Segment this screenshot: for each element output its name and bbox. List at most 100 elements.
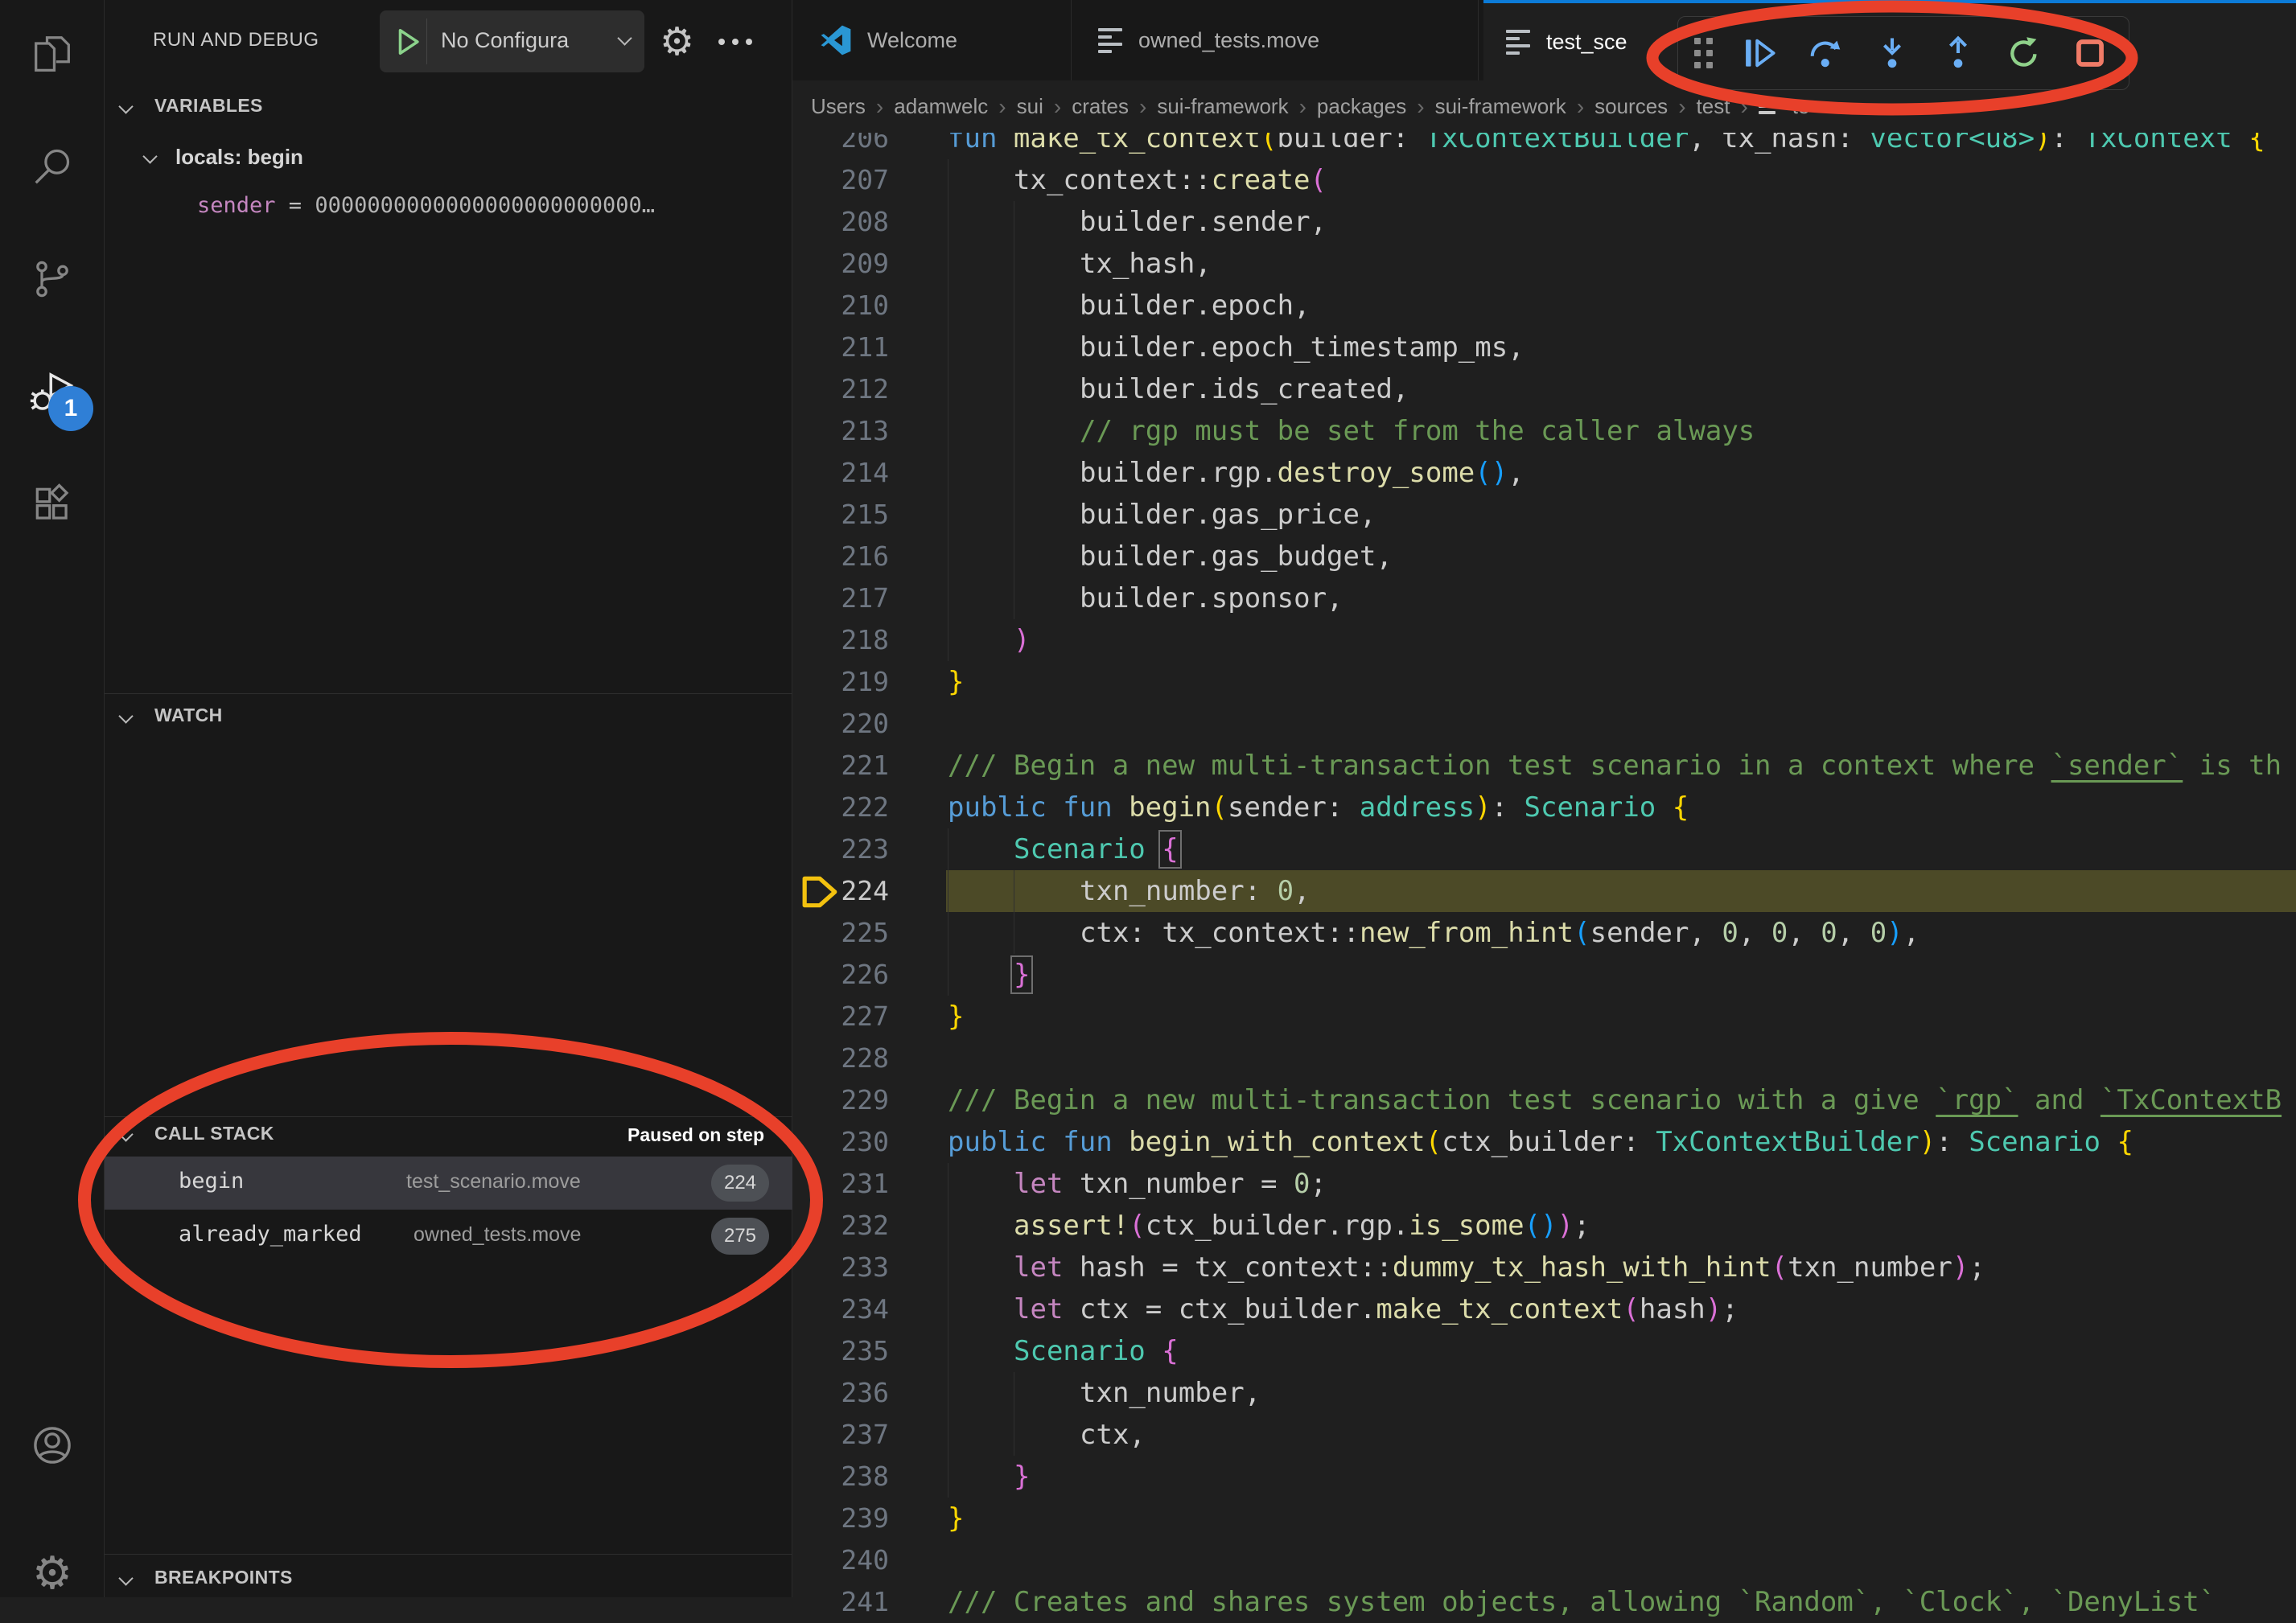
code-line-233[interactable]: let hash = tx_context::dummy_tx_hash_wit… [1014,1247,1985,1288]
line-number-220[interactable]: 220 [817,703,889,745]
line-number-240[interactable]: 240 [817,1539,889,1581]
variables-scope[interactable]: locals: begin [175,145,303,170]
line-number-222[interactable]: 222 [817,787,889,828]
step-over-icon[interactable] [1808,35,1845,72]
line-number-210[interactable]: 210 [817,285,889,327]
code-line-208[interactable]: builder.sender, [1080,201,1327,243]
call-stack-section-title[interactable]: CALL STACK [154,1123,274,1144]
breadcrumb-item-sui-framework[interactable]: sui-framework [1435,94,1566,119]
code-line-234[interactable]: let ctx = ctx_builder.make_tx_context(ha… [1014,1288,1738,1330]
code-line-224[interactable]: txn_number: 0, [1080,870,1311,912]
line-number-218[interactable]: 218 [817,619,889,661]
line-number-211[interactable]: 211 [817,327,889,368]
code-line-209[interactable]: tx_hash, [1080,243,1212,285]
code-line-212[interactable]: builder.ids_created, [1080,368,1409,410]
breadcrumb-item-crates[interactable]: crates [1072,94,1129,119]
code-line-215[interactable]: builder.gas_price, [1080,494,1376,536]
call-stack-collapse-icon[interactable] [118,1127,133,1141]
stack-frame-already-marked[interactable]: already_markedowned_tests.move275 [105,1210,792,1263]
editor-code-area[interactable]: 206fun make_tx_context(builder: TxContex… [793,0,2296,1597]
line-number-212[interactable]: 212 [817,368,889,410]
line-number-214[interactable]: 214 [817,452,889,494]
variables-section-title[interactable]: VARIABLES [154,95,263,117]
line-number-213[interactable]: 213 [817,410,889,452]
line-number-227[interactable]: 227 [817,996,889,1037]
line-number-234[interactable]: 234 [817,1288,889,1330]
source-control-icon[interactable] [16,243,88,315]
stack-frame-begin[interactable]: begintest_scenario.move224 [105,1157,792,1210]
code-line-207[interactable]: tx_context::create( [1014,159,1327,201]
code-line-214[interactable]: builder.rgp.destroy_some(), [1080,452,1524,494]
line-number-241[interactable]: 241 [817,1581,889,1623]
breadcrumb-item-adamwelc[interactable]: adamwelc [894,94,988,119]
code-line-237[interactable]: ctx, [1080,1414,1146,1456]
line-number-219[interactable]: 219 [817,661,889,703]
line-number-230[interactable]: 230 [817,1121,889,1163]
variable-row[interactable]: sender = 0000000000000000000000000… [197,193,784,218]
code-line-241[interactable]: /// Creates and shares system objects, a… [948,1581,2216,1623]
breadcrumb-item-sui-framework[interactable]: sui-framework [1157,94,1288,119]
code-line-210[interactable]: builder.epoch, [1080,285,1311,327]
line-number-231[interactable]: 231 [817,1163,889,1205]
line-number-223[interactable]: 223 [817,828,889,870]
code-line-235[interactable]: Scenario { [1014,1330,1179,1372]
tab-welcome[interactable]: Welcome [792,0,1072,80]
code-line-232[interactable]: assert!(ctx_builder.rgp.is_some()); [1014,1205,1590,1247]
breadcrumb-item-sources[interactable]: sources [1594,94,1668,119]
line-number-239[interactable]: 239 [817,1498,889,1539]
code-line-225[interactable]: ctx: tx_context::new_from_hint(sender, 0… [1080,912,1920,954]
line-number-238[interactable]: 238 [817,1456,889,1498]
line-number-235[interactable]: 235 [817,1330,889,1372]
line-number-233[interactable]: 233 [817,1247,889,1288]
line-number-237[interactable]: 237 [817,1414,889,1456]
code-line-217[interactable]: builder.sponsor, [1080,577,1343,619]
code-line-238[interactable]: } [1014,1456,1030,1498]
restart-icon[interactable] [2006,35,2043,72]
extensions-icon[interactable] [16,468,88,540]
code-line-213[interactable]: // rgp must be set from the caller alway… [1080,410,1755,452]
breakpoints-section-title[interactable]: BREAKPOINTS [154,1567,293,1588]
line-number-225[interactable]: 225 [817,912,889,954]
breadcrumb-file[interactable]: te [1792,94,1810,119]
code-line-239[interactable]: } [948,1498,964,1539]
breadcrumb-item-packages[interactable]: packages [1317,94,1406,119]
breadcrumb-item-test[interactable]: test [1697,94,1730,119]
search-icon[interactable] [16,130,88,203]
code-line-216[interactable]: builder.gas_budget, [1080,536,1393,577]
account-icon[interactable] [16,1409,88,1481]
code-line-227[interactable]: } [948,996,964,1037]
code-line-219[interactable]: } [948,661,964,703]
explorer-icon[interactable] [16,18,88,90]
line-number-217[interactable]: 217 [817,577,889,619]
line-number-229[interactable]: 229 [817,1079,889,1121]
line-number-215[interactable]: 215 [817,494,889,536]
line-number-209[interactable]: 209 [817,243,889,285]
settings-gear-icon[interactable]: ⚙ [16,1538,88,1610]
line-number-232[interactable]: 232 [817,1205,889,1247]
debug-settings-gear-icon[interactable]: ⚙ [660,23,694,61]
stop-icon[interactable] [2072,35,2109,72]
run-and-debug-icon[interactable]: 1 [16,355,88,428]
code-line-236[interactable]: txn_number, [1080,1372,1261,1414]
code-line-222[interactable]: public fun begin(sender: address): Scena… [948,787,1689,828]
line-number-228[interactable]: 228 [817,1037,889,1079]
code-line-221[interactable]: /// Begin a new multi-transaction test s… [948,745,2282,787]
code-line-226[interactable]: } [1014,954,1030,996]
line-number-236[interactable]: 236 [817,1372,889,1414]
toolbar-drag-grip-icon[interactable] [1694,38,1713,68]
code-line-229[interactable]: /// Begin a new multi-transaction test s… [948,1079,2282,1121]
locals-collapse-icon[interactable] [142,149,157,163]
tab-owned-tests-move[interactable]: owned_tests.move [1072,0,1479,80]
more-actions-icon[interactable] [718,39,752,45]
line-number-224[interactable]: 224 [817,870,889,912]
code-line-218[interactable]: ) [1014,619,1030,661]
breadcrumb-item-users[interactable]: Users [811,94,866,119]
watch-collapse-icon[interactable] [118,709,133,723]
watch-section-title[interactable]: WATCH [154,705,223,726]
variables-collapse-icon[interactable] [118,99,133,113]
breakpoints-collapse-icon[interactable] [118,1571,133,1585]
line-number-208[interactable]: 208 [817,201,889,243]
code-line-231[interactable]: let txn_number = 0; [1014,1163,1327,1205]
start-debug-config-button[interactable]: No Configura [380,10,644,72]
code-line-211[interactable]: builder.epoch_timestamp_ms, [1080,327,1524,368]
